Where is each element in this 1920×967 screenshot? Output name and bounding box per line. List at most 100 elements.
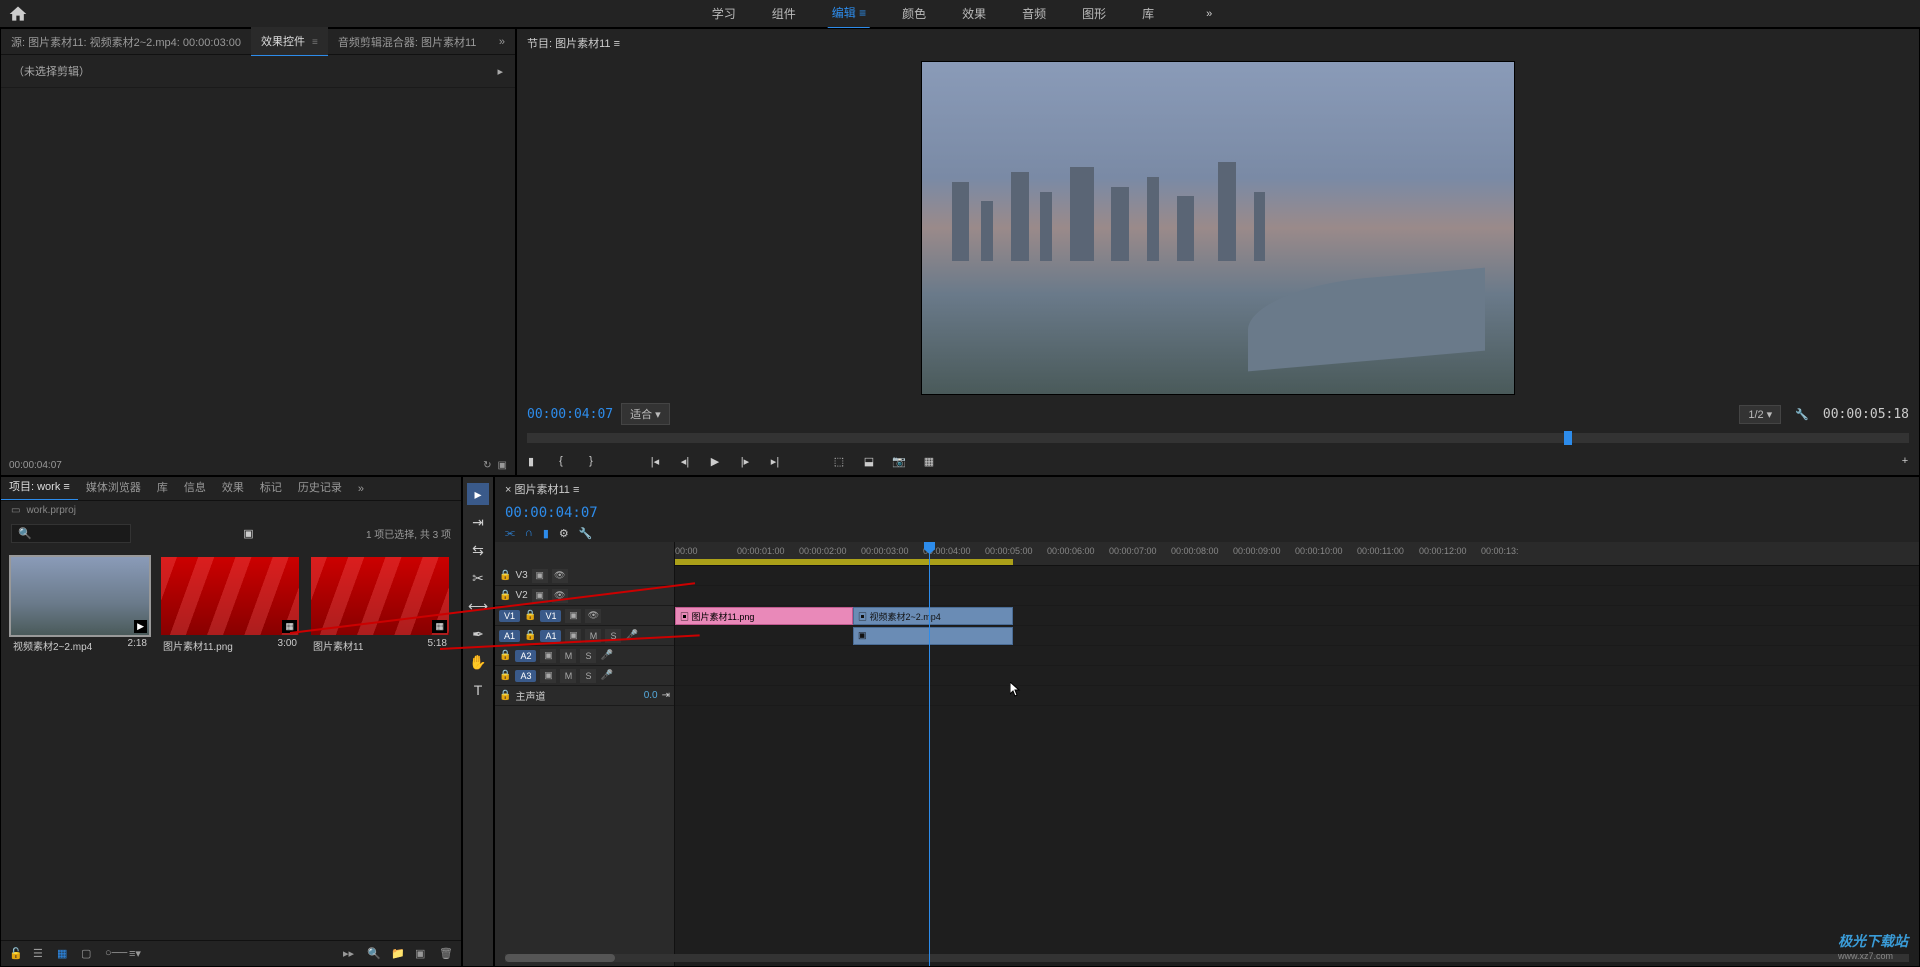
delete-icon[interactable]: 🗑 <box>439 947 453 961</box>
clip-image[interactable]: ▣ 图片素材11.png <box>675 607 853 625</box>
timeline-settings-icon[interactable]: ⚙ <box>559 527 569 540</box>
program-scrubber[interactable] <box>527 433 1909 443</box>
effect-controls-tab[interactable]: 效果控件 ≡ <box>251 27 328 56</box>
track-select-tool[interactable]: ⇥ <box>467 511 489 533</box>
play-icon[interactable]: ▶ <box>707 453 723 469</box>
track-a3[interactable]: 🔒A3▣MS🎤 <box>495 666 674 686</box>
ws-audio[interactable]: 音频 <box>1018 0 1050 28</box>
search-input[interactable]: 🔍 <box>11 524 131 543</box>
freeform-view-icon[interactable]: ▢ <box>81 947 95 961</box>
timeline-timecode[interactable]: 00:00:04:07 <box>505 505 598 521</box>
find-icon[interactable]: 🔍 <box>367 947 381 961</box>
icon-view-icon[interactable]: ▦ <box>57 947 71 961</box>
fit-dropdown[interactable]: 适合 ▾ <box>621 403 670 425</box>
linked-selection-icon[interactable]: ∩ <box>525 527 533 540</box>
audio-mixer-tab[interactable]: 音频剪辑混合器: 图片素材11 <box>328 28 487 56</box>
ws-editing[interactable]: 编辑 ≡ <box>828 0 870 29</box>
selection-info: 1 项已选择, 共 3 项 <box>366 526 451 541</box>
clip-audio[interactable]: ▣ <box>853 627 1013 645</box>
ws-assembly[interactable]: 组件 <box>768 0 800 28</box>
source-tab[interactable]: 源: 图片素材11: 视频素材2~2.mp4: 00:00:03:00 <box>1 28 251 56</box>
automate-icon[interactable]: ▸▸ <box>343 947 357 961</box>
history-tab[interactable]: 历史记录 <box>290 477 350 500</box>
wrench-icon[interactable]: 🔧 <box>579 527 593 540</box>
media-browser-tab[interactable]: 媒体浏览器 <box>78 477 149 500</box>
zoom-slider[interactable]: ○── <box>105 947 119 961</box>
markers-tab[interactable]: 标记 <box>252 477 290 500</box>
bin-item-image1[interactable]: ▦ 图片素材11.png3:00 <box>161 557 299 656</box>
snap-icon[interactable]: ⫘ <box>505 527 515 540</box>
info-tab[interactable]: 信息 <box>176 477 214 500</box>
a1-row[interactable]: ▣ <box>675 626 1919 646</box>
comparison-icon[interactable]: ▦ <box>921 453 937 469</box>
effects-tab[interactable]: 效果 <box>214 477 252 500</box>
transport-controls: ▮ { } |◂ ◂| ▶ |▸ ▸| ⬚ ⬓ 📷 ▦ + <box>517 447 1919 475</box>
ws-effects[interactable]: 效果 <box>958 0 990 28</box>
export-frame-icon[interactable]: ▣ <box>498 460 507 471</box>
workspace-overflow-icon[interactable]: » <box>1206 8 1212 20</box>
timeline-ruler[interactable]: 00:00 00:00:01:00 00:00:02:00 00:00:03:0… <box>675 542 1919 566</box>
program-timecode[interactable]: 00:00:04:07 <box>527 407 613 422</box>
source-timecode[interactable]: 00:00:04:07 <box>9 460 62 471</box>
export-frame-icon[interactable]: 📷 <box>891 453 907 469</box>
program-duration: 00:00:05:18 <box>1823 407 1909 422</box>
ws-color[interactable]: 颜色 <box>898 0 930 28</box>
extract-icon[interactable]: ⬓ <box>861 453 877 469</box>
track-master[interactable]: 🔒主声道0.0⇥ <box>495 686 674 706</box>
bin-icon[interactable]: ▣ <box>243 527 253 540</box>
sequence-title[interactable]: 图片素材11 <box>514 484 569 496</box>
hand-tool[interactable]: ✋ <box>467 651 489 673</box>
home-icon[interactable] <box>8 4 28 24</box>
sort-icon[interactable]: ≡▾ <box>129 947 143 961</box>
bin-item-sequence[interactable]: ▦ 图片素材115:18 <box>311 557 449 656</box>
bin-item-video[interactable]: ▶ 视频素材2~2.mp42:18 <box>11 557 149 656</box>
panel-overflow-icon[interactable]: » <box>489 30 515 54</box>
track-v1[interactable]: V1🔒V1▣👁 <box>495 606 674 626</box>
new-bin-icon[interactable]: 📁 <box>391 947 405 961</box>
clip-video[interactable]: ▣ 视频素材2~2.mp4 <box>853 607 1013 625</box>
program-viewer[interactable] <box>921 61 1515 395</box>
razor-tool[interactable]: ✂ <box>467 567 489 589</box>
new-item-icon[interactable]: ▣ <box>415 947 429 961</box>
add-marker-icon[interactable]: ▮ <box>543 527 549 540</box>
lock-icon[interactable]: 🔓 <box>9 947 23 961</box>
loop-icon[interactable]: ↻ <box>483 460 491 471</box>
libraries-tab[interactable]: 库 <box>149 477 176 500</box>
project-tab[interactable]: 项目: work ≡ <box>1 477 78 500</box>
project-panel: 项目: work ≡ 媒体浏览器 库 信息 效果 标记 历史记录 » ▭ work… <box>0 476 462 967</box>
ws-libraries[interactable]: 库 <box>1138 0 1158 28</box>
sequence-badge-icon: ▦ <box>432 620 447 633</box>
playhead[interactable] <box>929 542 930 966</box>
add-button-icon[interactable]: + <box>1897 453 1913 469</box>
timeline-zoom-slider[interactable] <box>505 954 1909 962</box>
go-to-out-icon[interactable]: ▸| <box>767 453 783 469</box>
mark-out-bracket-icon[interactable]: } <box>583 453 599 469</box>
slip-tool[interactable]: ⟷ <box>467 595 489 617</box>
ripple-edit-tool[interactable]: ⇆ <box>467 539 489 561</box>
project-file: work.prproj <box>26 505 75 516</box>
settings-icon[interactable]: 🔧 <box>1795 408 1809 421</box>
go-to-in-icon[interactable]: |◂ <box>647 453 663 469</box>
expand-icon[interactable]: ▸ <box>497 65 503 78</box>
track-headers: 🔒V3▣👁 🔒V2▣👁 V1🔒V1▣👁 A1🔒A1▣MS🎤 🔒A2▣MS🎤 🔒A… <box>495 542 675 966</box>
selection-tool[interactable]: ▸ <box>467 483 489 505</box>
zoom-dropdown[interactable]: 1/2 ▾ <box>1739 405 1781 424</box>
mark-in-icon[interactable]: ▮ <box>523 453 539 469</box>
ws-graphics[interactable]: 图形 <box>1078 0 1110 28</box>
mark-in-bracket-icon[interactable]: { <box>553 453 569 469</box>
v1-row[interactable]: ▣ 图片素材11.png ▣ 视频素材2~2.mp4 <box>675 606 1919 626</box>
source-panel: 源: 图片素材11: 视频素材2~2.mp4: 00:00:03:00 效果控件… <box>0 28 516 476</box>
cursor-icon <box>1010 682 1022 698</box>
track-v3[interactable]: 🔒V3▣👁 <box>495 566 674 586</box>
type-tool[interactable]: T <box>467 679 489 701</box>
list-view-icon[interactable]: ☰ <box>33 947 47 961</box>
panel-overflow-icon[interactable]: » <box>350 478 372 500</box>
ws-learn[interactable]: 学习 <box>708 0 740 28</box>
folder-icon: ▭ <box>11 505 20 516</box>
pen-tool[interactable]: ✒ <box>467 623 489 645</box>
step-back-icon[interactable]: ◂| <box>677 453 693 469</box>
timeline-track-area[interactable]: 00:00 00:00:01:00 00:00:02:00 00:00:03:0… <box>675 542 1919 966</box>
lift-icon[interactable]: ⬚ <box>831 453 847 469</box>
track-a2[interactable]: 🔒A2▣MS🎤 <box>495 646 674 666</box>
step-forward-icon[interactable]: |▸ <box>737 453 753 469</box>
